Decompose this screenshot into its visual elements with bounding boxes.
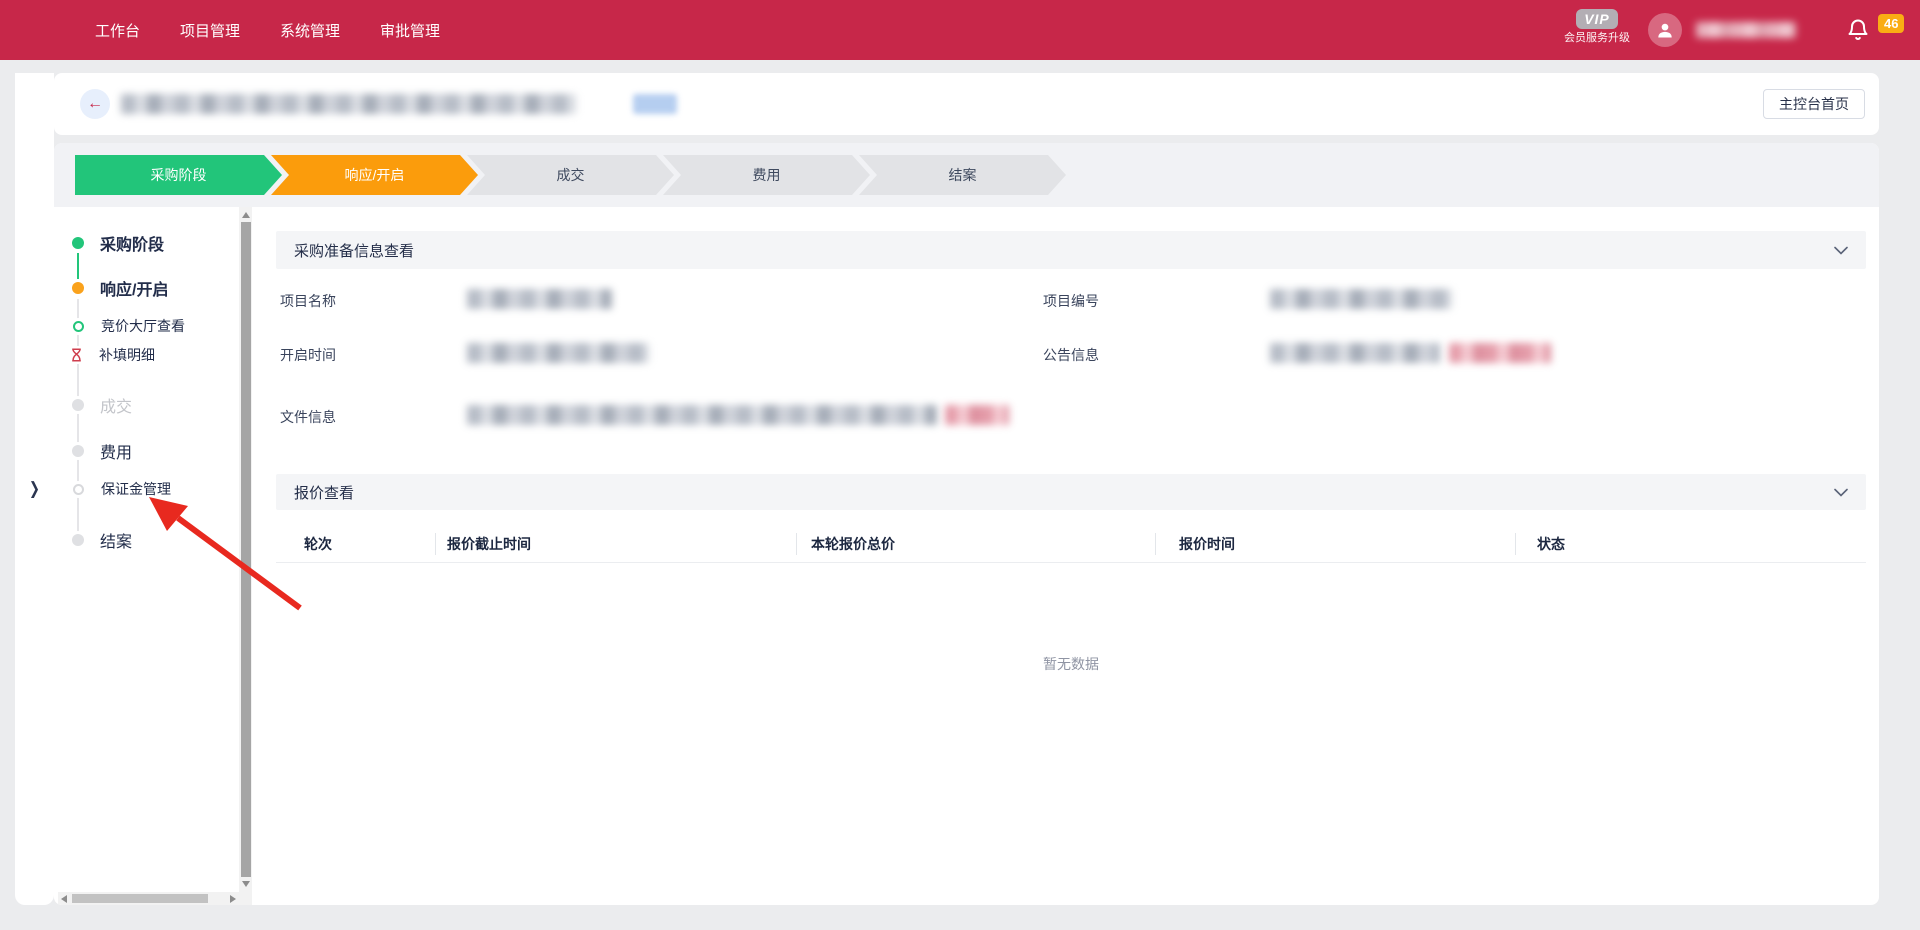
section-title: 采购准备信息查看 [294,240,414,261]
nav-item-project-management[interactable]: 项目管理 [180,20,240,41]
expand-sidebar-chevron-icon[interactable]: ❯ [29,479,40,500]
column-divider [1155,533,1156,555]
scroll-up-arrow-icon[interactable] [242,212,250,218]
horizontal-scrollbar[interactable] [58,892,239,905]
horizontal-scrollbar-thumb[interactable] [72,894,208,903]
process-steps-bar: 采购阶段 响应/开启 成交 费用 结案 [54,143,1879,207]
field-label-open-time: 开启时间 [280,345,336,365]
stage-timeline-sidebar: 采购阶段 响应/开启 竞价大厅查看 补填明细 成交 [54,207,252,905]
top-navbar: 工作台 项目管理 系统管理 审批管理 VIP 会员服务升级 46 [0,0,1920,60]
nav-item-workbench[interactable]: 工作台 [95,20,140,41]
quote-table-header: 轮次 报价截止时间 本轮报价总价 报价时间 状态 [276,526,1866,563]
redacted-status-badge [633,94,677,114]
main-card: 采购阶段 响应/开启 成交 费用 结案 采购阶段 响应/开启 竞价大厅查看 [54,143,1879,905]
field-label-announcement: 公告信息 [1043,345,1099,365]
sidebar-item-bidding-hall-view[interactable]: 竞价大厅查看 [54,314,185,338]
sidebar-item-fill-details[interactable]: 补填明细 [54,343,155,367]
field-label-project-name: 项目名称 [280,291,336,311]
section-procurement-prep-info[interactable]: 采购准备信息查看 [276,231,1866,269]
redacted-open-time-value [467,343,649,363]
notification-bell-icon[interactable] [1846,16,1870,43]
stage-pending-dot-icon [72,445,84,457]
nav-item-system-management[interactable]: 系统管理 [280,20,340,41]
hourglass-icon [71,348,82,362]
substep-ring-icon [73,321,84,332]
sidebar-item-procurement-stage[interactable]: 采购阶段 [54,231,164,255]
notification-count-badge[interactable]: 46 [1878,14,1904,33]
col-status: 状态 [1537,526,1565,562]
person-icon [1655,20,1675,40]
step-procurement-stage[interactable]: 采购阶段 [75,155,282,195]
stage-done-dot-icon [72,237,84,249]
redacted-file-info-value [467,405,937,425]
sidebar-item-fees[interactable]: 费用 [54,439,132,463]
arrow-left-icon: ← [87,95,103,113]
redacted-announcement-value [1270,343,1440,363]
column-divider [796,533,797,555]
column-divider [435,533,436,555]
vip-upgrade[interactable]: VIP 会员服务升级 [1558,9,1636,44]
step-fees[interactable]: 费用 [663,155,870,195]
collapsed-side-rail: ❯ [15,73,54,905]
user-avatar[interactable] [1648,13,1682,47]
vip-upgrade-label: 会员服务升级 [1558,33,1636,44]
col-round-total: 本轮报价总价 [811,526,895,562]
sidebar-item-deal[interactable]: 成交 [54,393,132,417]
empty-data-text: 暂无数据 [276,654,1866,674]
body-row: 采购阶段 响应/开启 竞价大厅查看 补填明细 成交 [54,207,1879,905]
vertical-scrollbar-thumb[interactable] [241,222,251,877]
col-quote-deadline: 报价截止时间 [447,526,531,562]
stage-active-dot-icon [72,282,84,294]
vip-icon: VIP [1576,9,1618,29]
section-quote-view[interactable]: 报价查看 [276,474,1866,510]
section-title: 报价查看 [294,482,354,503]
sidebar-item-closing[interactable]: 结案 [54,528,132,552]
field-label-file-info: 文件信息 [280,407,336,427]
chevron-down-icon[interactable] [1834,246,1848,255]
substep-ring-icon [73,484,84,495]
step-closing[interactable]: 结案 [859,155,1066,195]
redacted-announcement-link[interactable] [1449,343,1551,363]
nav-item-approval-management[interactable]: 审批管理 [380,20,440,41]
redacted-file-download-link[interactable] [945,405,1009,425]
scroll-down-arrow-icon[interactable] [242,881,250,887]
scroll-right-arrow-icon[interactable] [230,895,236,903]
redacted-project-name-value [467,289,612,309]
redacted-username [1696,22,1796,38]
sidebar-item-deposit-management[interactable]: 保证金管理 [54,477,171,501]
vertical-scrollbar[interactable] [239,207,252,892]
col-quote-time: 报价时间 [1179,526,1235,562]
back-button[interactable]: ← [80,89,110,119]
sidebar-item-response-open[interactable]: 响应/开启 [54,276,168,300]
scrollbar-corner [239,892,252,905]
stage-pending-dot-icon [72,399,84,411]
field-label-project-number: 项目编号 [1043,291,1099,311]
nav-menu: 工作台 项目管理 系统管理 审批管理 [95,0,440,60]
step-deal[interactable]: 成交 [467,155,674,195]
chevron-down-icon[interactable] [1834,488,1848,497]
stage-pending-dot-icon [72,534,84,546]
console-home-button[interactable]: 主控台首页 [1763,89,1865,119]
scroll-left-arrow-icon[interactable] [61,895,67,903]
column-divider [1515,533,1516,555]
step-response-open[interactable]: 响应/开启 [271,155,478,195]
redacted-project-number-value [1270,289,1452,309]
page-header-card: ← 主控台首页 [54,73,1879,135]
main-content: 采购准备信息查看 项目名称 项目编号 开启时间 公告信息 文件信息 报价查看 轮… [276,207,1866,905]
redacted-project-title [121,94,576,114]
col-round: 轮次 [304,526,332,562]
